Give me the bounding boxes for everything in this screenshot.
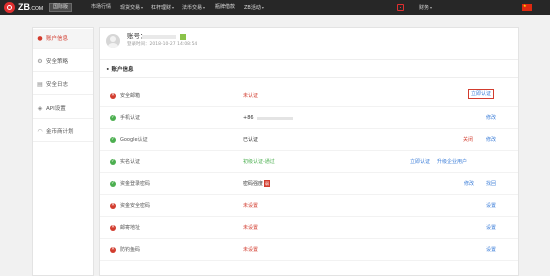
disable-google-link[interactable]: 关闭 xyxy=(463,136,473,144)
phone-masked-value xyxy=(257,117,293,120)
sidebar-item-label: 安全策略 xyxy=(46,59,69,65)
row-label: 资金安全密码 xyxy=(120,203,151,209)
check-icon: ✓ xyxy=(110,159,116,165)
check-icon: ✓ xyxy=(110,115,116,121)
api-icon: ◈ xyxy=(37,105,43,112)
china-flag-icon[interactable]: ★ xyxy=(522,3,532,11)
chevron-down-icon: ▾ xyxy=(261,5,264,10)
top-navigation-bar: ZB.COM 国际版 市场行情 现货交易▾ 杠杆理财▾ 法币交易▾ 瓶牌借款 Z… xyxy=(0,0,550,15)
row-label: 邮寄地址 xyxy=(120,225,141,231)
row-value: 未设置 xyxy=(243,225,259,231)
row-label: 防钓鱼码 xyxy=(120,247,141,253)
section-title: • 账户信息 xyxy=(106,67,134,73)
account-masked-value xyxy=(142,35,176,39)
row-value: +86 xyxy=(243,115,254,121)
avatar xyxy=(106,34,120,48)
row-value: 初级认证-通过 xyxy=(243,159,275,165)
row-mailing-address: ✕ 邮寄地址 未设置 设置 xyxy=(100,218,518,239)
sidebar-item-label: 账户信息 xyxy=(46,36,69,42)
row-value: 未认证 xyxy=(243,93,259,99)
international-switch-button[interactable]: 国际版 xyxy=(49,3,73,12)
gear-icon: ⚙ xyxy=(37,58,43,65)
row-label: 手机认证 xyxy=(120,115,141,121)
nav-loan[interactable]: 瓶牌借款 xyxy=(215,3,235,12)
set-fund-password-link[interactable]: 设置 xyxy=(486,202,496,210)
row-fund-password: ✕ 资金安全密码 未设置 设置 xyxy=(100,196,518,217)
row-label: 实名认证 xyxy=(120,159,141,165)
sidebar-item-label: 金币商计划 xyxy=(46,129,74,135)
verify-now-button[interactable]: 立即认证 xyxy=(468,89,495,99)
check-icon: ✓ xyxy=(110,137,116,143)
verify-now-link[interactable]: 立即认证 xyxy=(410,158,430,166)
row-label: 资金登录密码 xyxy=(120,181,151,187)
row-anti-phishing: ✕ 防钓鱼码 未设置 设置 xyxy=(100,240,518,261)
chevron-down-icon: ▾ xyxy=(203,5,206,10)
set-address-link[interactable]: 设置 xyxy=(486,224,496,232)
row-label: Google认证 xyxy=(120,137,148,143)
error-icon: ✕ xyxy=(110,203,116,209)
modify-password-link[interactable]: 修改 xyxy=(464,180,474,188)
error-icon: ✕ xyxy=(110,247,116,253)
sidebar-item-security-log[interactable]: ▤ 安全日志 xyxy=(33,75,93,95)
error-icon: ✕ xyxy=(110,93,116,99)
upgrade-enterprise-link[interactable]: 升级企业用户 xyxy=(437,158,467,166)
sidebar-item-api-settings[interactable]: ◈ API设置 xyxy=(33,99,93,119)
divider xyxy=(100,77,518,78)
nav-spot-trading[interactable]: 现货交易▾ xyxy=(120,3,143,13)
row-phone: ✓ 手机认证 +86 修改 xyxy=(100,108,518,129)
logo-text[interactable]: ZB.COM xyxy=(18,2,43,15)
log-icon: ▤ xyxy=(37,81,43,88)
sidebar: ● 账户信息 ⚙ 安全策略 ▤ 安全日志 ◈ API设置 ◠ 金币商计划 xyxy=(32,27,94,276)
sidebar-item-coin-merchant[interactable]: ◠ 金币商计划 xyxy=(33,122,93,142)
chevron-down-icon: ▾ xyxy=(430,5,433,10)
row-login-password: ✓ 资金登录密码 密码强度 弱 修改 找回 xyxy=(100,174,518,195)
check-icon: ✓ xyxy=(110,181,116,187)
row-value: 未设置 xyxy=(243,203,259,209)
modify-google-link[interactable]: 修改 xyxy=(486,136,496,144)
error-icon: ✕ xyxy=(110,225,116,231)
nav-market[interactable]: 市场行情 xyxy=(91,3,111,12)
nav-fiat-trading[interactable]: 法币交易▾ xyxy=(182,3,205,13)
modify-phone-link[interactable]: 修改 xyxy=(486,114,496,122)
recover-password-link[interactable]: 找回 xyxy=(486,180,496,188)
profile-header: 账号： 登录时间：2018-10-27 14:08:54 xyxy=(100,28,518,60)
password-strength-badge: 弱 xyxy=(264,180,270,187)
sidebar-item-account-info[interactable]: ● 账户信息 xyxy=(33,29,93,49)
wifi-icon: ◠ xyxy=(37,128,43,135)
account-panel: 账号： 登录时间：2018-10-27 14:08:54 • 账户信息 ✕ 安全… xyxy=(99,27,519,276)
row-google-auth: ✓ Google认证 已认证 关闭 修改 xyxy=(100,130,518,151)
chevron-down-icon: ▾ xyxy=(141,5,144,10)
sidebar-item-label: 安全日志 xyxy=(46,82,69,88)
nav-zb-activity[interactable]: ZB活动▾ xyxy=(244,3,264,13)
row-security-email: ✕ 安全邮箱 未认证 立即认证 xyxy=(100,86,518,107)
row-real-name: ✓ 实名认证 初级认证-通过 立即认证 升级企业用户 xyxy=(100,152,518,173)
set-anti-phishing-link[interactable]: 设置 xyxy=(486,246,496,254)
nav-finance[interactable]: 财务▾ xyxy=(419,3,432,13)
sidebar-item-label: API设置 xyxy=(46,106,66,112)
chevron-down-icon: ▾ xyxy=(172,5,175,10)
user-icon: ● xyxy=(37,35,43,42)
login-time: 登录时间：2018-10-27 14:08:54 xyxy=(127,42,198,47)
message-icon[interactable] xyxy=(397,4,404,11)
nav-leverage[interactable]: 杠杆理财▾ xyxy=(151,3,174,13)
logo-ring-icon xyxy=(7,5,12,10)
verified-badge-icon xyxy=(180,34,186,40)
row-value: 已认证 xyxy=(243,137,259,143)
row-label: 安全邮箱 xyxy=(120,93,141,99)
row-value: 未设置 xyxy=(243,247,259,253)
sidebar-item-security-policy[interactable]: ⚙ 安全策略 xyxy=(33,52,93,72)
row-value: 密码强度 xyxy=(243,181,264,187)
